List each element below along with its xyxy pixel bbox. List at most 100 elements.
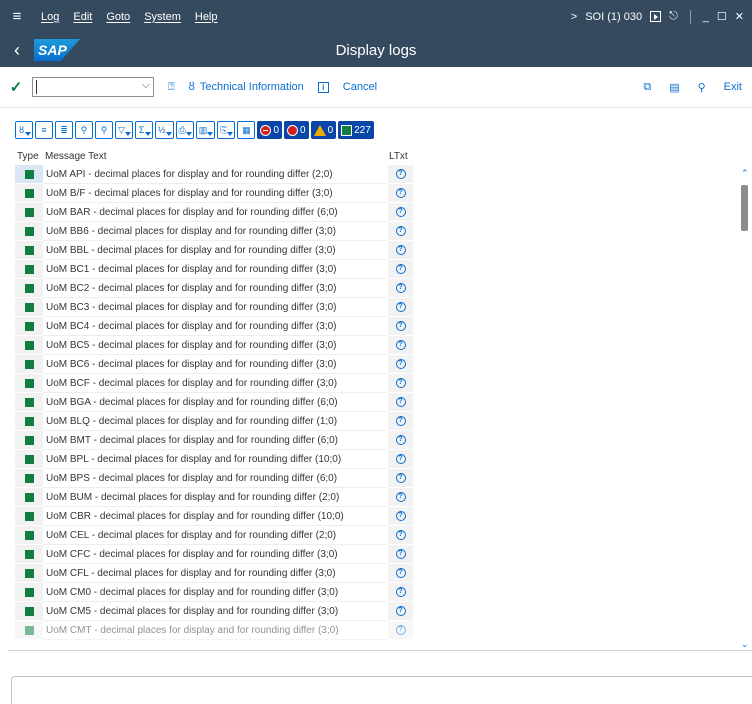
cancel-button[interactable]: Cancel (343, 81, 377, 93)
find-button[interactable]: ⚲ (75, 121, 93, 139)
long-text-cell[interactable]: ? (388, 564, 413, 583)
command-field[interactable]: ⌵ (32, 77, 154, 97)
technical-information-button[interactable]: ȣ Technical Information (189, 81, 304, 93)
table-row[interactable]: UoM BC4 - decimal places for display and… (15, 317, 740, 336)
scrollbar-thumb[interactable] (741, 185, 748, 231)
question-icon[interactable]: ? (395, 207, 406, 217)
question-icon[interactable]: ? (395, 625, 406, 635)
views-button[interactable]: ▥ (195, 121, 216, 139)
table-row[interactable]: UoM CEL - decimal places for display and… (15, 526, 740, 545)
question-icon[interactable]: ? (395, 416, 406, 426)
long-text-cell[interactable]: ? (388, 488, 413, 507)
scroll-up-icon[interactable]: ⌃ (741, 168, 749, 179)
filter-button[interactable]: ▽ (115, 121, 133, 139)
long-text-cell[interactable]: ? (388, 431, 413, 450)
display-window-icon[interactable]: ▤ (669, 81, 679, 94)
details-button[interactable]: ȣ (15, 121, 33, 139)
menu-edit[interactable]: Edit (66, 11, 99, 23)
table-row[interactable]: UoM BMT - decimal places for display and… (15, 431, 740, 450)
long-text-cell[interactable]: ? (388, 507, 413, 526)
long-text-cell[interactable]: ? (388, 260, 413, 279)
table-row[interactable]: UoM BCF - decimal places for display and… (15, 374, 740, 393)
personalize-icon[interactable]: ⚲ (698, 81, 706, 94)
question-icon[interactable]: ? (395, 169, 406, 179)
maximize-icon[interactable]: ☐ (717, 10, 727, 23)
table-row[interactable]: UoM CM5 - decimal places for display and… (15, 602, 740, 621)
long-text-cell[interactable]: ? (388, 450, 413, 469)
question-icon[interactable]: ? (395, 321, 406, 331)
long-text-cell[interactable]: ? (388, 412, 413, 431)
chevron-down-icon[interactable]: ⌵ (142, 79, 150, 92)
layout-button[interactable]: ▦ (237, 121, 256, 139)
find-next-button[interactable]: ⚲ (95, 121, 113, 139)
table-row[interactable]: UoM BC3 - decimal places for display and… (15, 298, 740, 317)
table-row[interactable]: UoM BC6 - decimal places for display and… (15, 355, 740, 374)
question-icon[interactable]: ? (395, 264, 406, 274)
table-row[interactable]: UoM CM0 - decimal places for display and… (15, 583, 740, 602)
long-text-cell[interactable]: ? (388, 279, 413, 298)
subtotal-button[interactable]: ½ (155, 121, 174, 139)
exit-button[interactable]: Exit (724, 81, 742, 93)
long-text-cell[interactable]: ? (388, 355, 413, 374)
table-row[interactable]: UoM CFL - decimal places for display and… (15, 564, 740, 583)
chevron-right-icon[interactable]: > (571, 11, 577, 23)
table-row[interactable]: UoM BGA - decimal places for display and… (15, 393, 740, 412)
question-icon[interactable]: ? (395, 549, 406, 559)
table-row[interactable]: UoM API - decimal places for display and… (15, 165, 740, 184)
long-text-cell[interactable]: ? (388, 298, 413, 317)
long-text-cell[interactable]: ? (388, 317, 413, 336)
question-icon[interactable]: ? (395, 397, 406, 407)
question-icon[interactable]: ? (395, 283, 406, 293)
question-icon[interactable]: ? (395, 530, 406, 540)
table-row[interactable]: UoM BC2 - decimal places for display and… (15, 279, 740, 298)
table-row[interactable]: UoM BPS - decimal places for display and… (15, 469, 740, 488)
table-row[interactable]: UoM BC5 - decimal places for display and… (15, 336, 740, 355)
long-text-cell[interactable]: ? (388, 374, 413, 393)
error-filter-button[interactable]: 0 (257, 121, 282, 139)
table-row[interactable]: UoM CFC - decimal places for display and… (15, 545, 740, 564)
question-icon[interactable]: ? (395, 188, 406, 198)
hamburger-menu-icon[interactable]: ≡ (0, 8, 34, 25)
question-icon[interactable]: ? (395, 378, 406, 388)
long-text-cell[interactable]: ? (388, 583, 413, 602)
long-text-cell[interactable]: ? (388, 621, 413, 640)
sort-ascending-button[interactable]: ≡ (35, 121, 53, 139)
print-button[interactable]: ⎙ (175, 121, 194, 139)
long-text-cell[interactable]: ? (388, 184, 413, 203)
close-icon[interactable]: ✕ (735, 10, 744, 23)
sort-descending-button[interactable]: ≣ (55, 121, 73, 139)
table-row[interactable]: UoM BLQ - decimal places for display and… (15, 412, 740, 431)
question-icon[interactable]: ? (395, 302, 406, 312)
table-row[interactable]: UoM CBR - decimal places for display and… (15, 507, 740, 526)
table-row[interactable]: UoM CMT - decimal places for display and… (15, 621, 740, 640)
play-box-icon[interactable] (650, 11, 662, 22)
table-row[interactable]: UoM BUM - decimal places for display and… (15, 488, 740, 507)
new-window-icon[interactable]: ⧉ (643, 81, 651, 94)
long-text-cell[interactable]: ? (388, 222, 413, 241)
long-text-cell[interactable]: ? (388, 336, 413, 355)
question-icon[interactable]: ? (395, 511, 406, 521)
vertical-scrollbar[interactable]: ⌃ ⌄ (738, 168, 752, 650)
minimize-icon[interactable]: _ (703, 11, 709, 23)
warning-filter-button[interactable]: 0 (310, 121, 337, 139)
long-text-cell[interactable]: ? (388, 165, 413, 184)
menu-help[interactable]: Help (188, 11, 225, 23)
table-row[interactable]: UoM BBL - decimal places for display and… (15, 241, 740, 260)
export-button[interactable]: ⎘ (217, 121, 236, 139)
long-text-cell[interactable]: ? (388, 526, 413, 545)
table-row[interactable]: UoM BAR - decimal places for display and… (15, 203, 740, 222)
long-text-cell[interactable]: ? (388, 545, 413, 564)
help-button[interactable]: ⍰ (168, 81, 175, 94)
menu-system[interactable]: System (137, 11, 188, 23)
scroll-down-icon[interactable]: ⌄ (741, 639, 749, 650)
table-row[interactable]: UoM BPL - decimal places for display and… (15, 450, 740, 469)
question-icon[interactable]: ? (395, 587, 406, 597)
long-text-cell[interactable]: ? (388, 469, 413, 488)
table-row[interactable]: UoM B/F - decimal places for display and… (15, 184, 740, 203)
column-header-message-text[interactable]: Message Text (43, 151, 388, 162)
question-icon[interactable]: ? (395, 359, 406, 369)
abort-filter-button[interactable]: 0 (284, 121, 309, 139)
question-icon[interactable]: ? (395, 226, 406, 236)
column-header-type[interactable]: Type (15, 151, 43, 162)
question-icon[interactable]: ? (395, 340, 406, 350)
